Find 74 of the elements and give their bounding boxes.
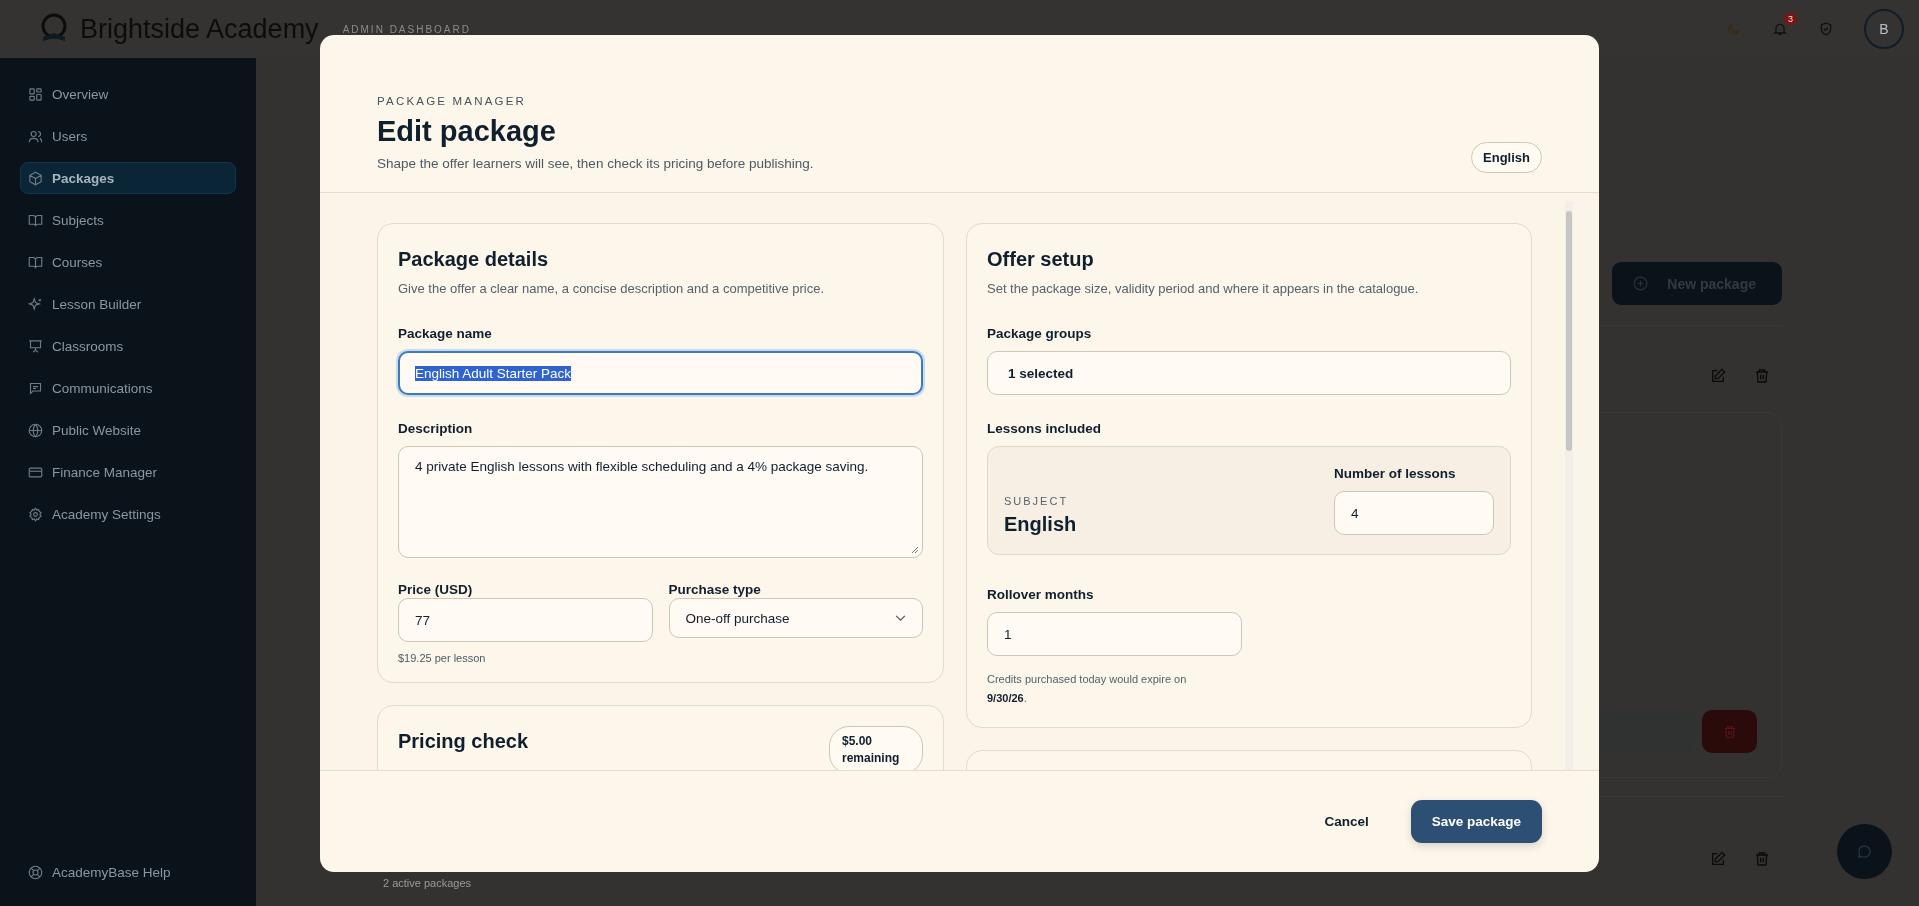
card-title: Offer setup	[987, 248, 1095, 271]
field-label: Number of lessons	[1334, 466, 1457, 481]
sidebar-item[interactable]: Courses	[20, 246, 236, 278]
sidebar-item[interactable]: Overview	[20, 78, 236, 110]
chat-bubble-icon	[1856, 843, 1873, 860]
cube-icon	[28, 170, 43, 186]
dialog-eyebrow: PACKAGE MANAGER	[377, 95, 528, 107]
dialog-subtitle: Shape the offer learners will see, then check its pricing before publishing.	[377, 156, 814, 171]
delete-button[interactable]	[1702, 710, 1757, 753]
book-icon	[28, 254, 43, 270]
sidebar-item[interactable]: Users	[20, 120, 236, 152]
price-hint: $19.25 per lesson	[398, 652, 487, 664]
language-pill[interactable]: English	[1471, 142, 1542, 173]
rollover-input[interactable]: 1	[987, 612, 1242, 656]
moon-icon[interactable]	[1726, 21, 1742, 37]
avatar[interactable]: B	[1864, 9, 1904, 49]
lifebuoy-icon	[28, 864, 43, 880]
bell-icon[interactable]	[1772, 21, 1788, 37]
sidebar-item[interactable]: Public Website	[20, 414, 236, 446]
package-groups-select[interactable]: 1 selected	[987, 351, 1511, 395]
trash-icon[interactable]	[1754, 851, 1770, 867]
presentation-board-icon	[28, 338, 43, 354]
plus-circle-icon	[1632, 275, 1650, 292]
remaining-badge: $5.00 remaining	[829, 726, 923, 770]
package-count: 2 active packages	[383, 877, 472, 889]
save-button[interactable]: Save package	[1410, 800, 1542, 843]
scrollbar[interactable]	[1565, 201, 1573, 770]
trash-icon	[1722, 724, 1737, 739]
edit-icon[interactable]	[1710, 368, 1726, 384]
field-label: Purchase type	[668, 582, 761, 597]
package-name-input[interactable]: English Adult Starter Pack	[398, 351, 923, 395]
chat-button[interactable]	[1837, 824, 1892, 879]
sidebar-item[interactable]: Packages	[20, 162, 236, 194]
field-label: Package name	[398, 326, 493, 341]
resize-grip-icon	[911, 546, 919, 554]
users-icon	[28, 128, 43, 144]
shield-icon[interactable]	[1818, 21, 1834, 37]
card-title: Package details	[398, 248, 550, 271]
sidebar-item[interactable]: Subjects	[20, 204, 236, 236]
notification-badge: 3	[1784, 13, 1797, 25]
trash-icon[interactable]	[1754, 368, 1770, 384]
book-icon	[28, 212, 43, 228]
chevron-down-icon	[895, 614, 906, 622]
sidebar-item[interactable]: Lesson Builder	[20, 288, 236, 320]
card-subtitle: Give the offer a clear name, a concise description and a competitive price.	[398, 281, 826, 296]
edit-icon[interactable]	[1710, 851, 1726, 867]
sidebar-item[interactable]: Communications	[20, 372, 236, 404]
field-label: Price (USD)	[398, 582, 473, 597]
globe-icon	[28, 422, 43, 438]
subject-label: SUBJECT	[1004, 495, 1070, 507]
field-label: Rollover months	[987, 587, 1095, 602]
card-subtitle: Set the package size, validity period and where it appears in the catalogue.	[987, 281, 1420, 296]
sidebar-item[interactable]: Classrooms	[20, 330, 236, 362]
dialog-title: Edit package	[377, 115, 557, 148]
card-title: Pricing check	[398, 730, 529, 753]
help-link[interactable]: AcademyBase Help	[20, 856, 236, 888]
subject-name: English	[1004, 513, 1077, 536]
lesson-count-input[interactable]: 4	[1334, 491, 1494, 535]
expiry-note: Credits purchased today would expire on 9/30/26.	[987, 672, 1188, 707]
field-label: Description	[398, 421, 474, 436]
price-input[interactable]: 77	[398, 598, 653, 642]
field-label: Package groups	[987, 326, 1093, 341]
sparkle-icon	[28, 296, 43, 312]
sidebar-item[interactable]: Academy Settings	[20, 498, 236, 530]
card-icon	[28, 464, 43, 480]
grid-icon	[28, 86, 43, 102]
purchase-type-select[interactable]: One-off purchase	[668, 598, 923, 638]
description-textarea[interactable]: 4 private English lessons with flexible scheduling and a 4% package saving.	[398, 446, 923, 558]
chat-icon	[28, 380, 43, 396]
sidebar-item[interactable]: Finance Manager	[20, 456, 236, 488]
gear-icon	[28, 506, 43, 522]
cancel-button[interactable]: Cancel	[1318, 813, 1375, 830]
field-label: Lessons included	[987, 421, 1103, 436]
section-label: ADMIN DASHBOARD	[342, 23, 471, 35]
